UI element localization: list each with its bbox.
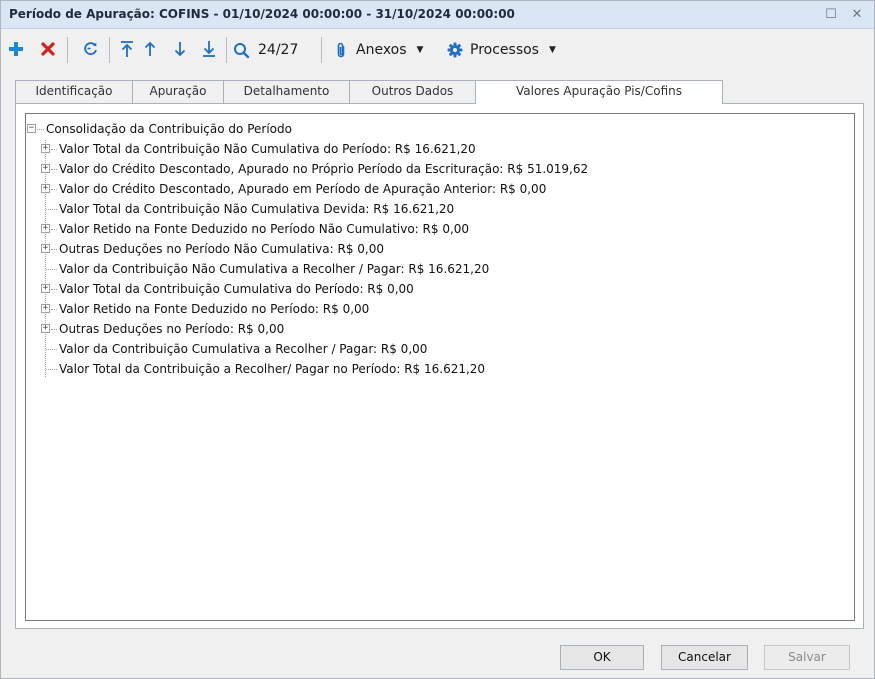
tab-outros-dados[interactable]: Outros Dados bbox=[349, 80, 476, 103]
toolbar-separator bbox=[321, 37, 322, 63]
search-icon bbox=[233, 42, 250, 59]
anexos-label: Anexos bbox=[356, 42, 407, 58]
tree-root-node[interactable]: Consolidação da Contribuição do Período bbox=[46, 119, 292, 139]
last-record-button[interactable] bbox=[200, 38, 218, 62]
tree-view[interactable]: − Consolidação da Contribuição do Períod… bbox=[25, 113, 855, 621]
tree-connector bbox=[51, 329, 57, 330]
tree-connector bbox=[45, 140, 46, 377]
tab-identificacao[interactable]: Identificação bbox=[15, 80, 133, 103]
tree-connector bbox=[46, 349, 57, 350]
expand-icon[interactable]: + bbox=[41, 244, 50, 253]
title-bar: Período de Apuração: COFINS - 01/10/2024… bbox=[1, 1, 874, 29]
gear-icon bbox=[447, 42, 463, 58]
toolbar-separator bbox=[226, 37, 227, 63]
arrow-first-icon bbox=[120, 40, 134, 61]
tree-node[interactable]: Valor Retido na Fonte Deduzido no Períod… bbox=[59, 299, 369, 319]
search-button[interactable]: 24/27 bbox=[233, 38, 307, 62]
tree-node[interactable]: Valor Total da Contribuição a Recolher/ … bbox=[59, 359, 485, 379]
tree-node[interactable]: Valor Total da Contribuição Não Cumulati… bbox=[59, 139, 476, 159]
tab-label: Outros Dados bbox=[371, 84, 454, 98]
tree-connector bbox=[51, 229, 57, 230]
delete-button[interactable] bbox=[39, 38, 57, 62]
processos-label: Processos bbox=[470, 42, 539, 58]
tree-connector bbox=[51, 249, 57, 250]
chevron-down-icon: ▼ bbox=[416, 45, 424, 55]
chevron-down-icon: ▼ bbox=[548, 45, 556, 55]
tree-node[interactable]: Outras Deduções no Período: R$ 0,00 bbox=[59, 319, 284, 339]
expand-icon[interactable]: + bbox=[41, 184, 50, 193]
expand-icon[interactable]: + bbox=[41, 224, 50, 233]
dialog-window: Período de Apuração: COFINS - 01/10/2024… bbox=[0, 0, 875, 679]
tree-node[interactable]: Valor Retido na Fonte Deduzido no Períod… bbox=[59, 219, 469, 239]
maximize-button[interactable]: ☐ bbox=[821, 5, 841, 25]
tree-connector bbox=[51, 169, 57, 170]
tree-connector bbox=[51, 189, 57, 190]
tab-detalhamento[interactable]: Detalhamento bbox=[223, 80, 350, 103]
tree-node[interactable]: Valor do Crédito Descontado, Apurado em … bbox=[59, 179, 546, 199]
refresh-button[interactable] bbox=[80, 38, 100, 62]
delete-x-icon bbox=[40, 41, 56, 60]
tab-valores-apuracao-pis-cofins[interactable]: Valores Apuração Pis/Cofins bbox=[475, 80, 723, 104]
tab-label: Detalhamento bbox=[243, 84, 330, 98]
processos-menu-button[interactable]: Processos ▼ bbox=[447, 38, 569, 62]
tree-node[interactable]: Valor da Contribuição Cumulativa a Recol… bbox=[59, 339, 427, 359]
tree-connector bbox=[51, 309, 57, 310]
tree-connector bbox=[37, 129, 44, 130]
collapse-icon[interactable]: − bbox=[27, 124, 36, 133]
toolbar: 24/27 Anexos ▼ Processos ▼ bbox=[1, 30, 874, 70]
toolbar-separator bbox=[109, 37, 110, 63]
add-button[interactable] bbox=[7, 38, 25, 62]
arrow-up-icon bbox=[143, 40, 157, 61]
paperclip-icon bbox=[335, 42, 347, 59]
ok-button[interactable]: OK bbox=[560, 645, 644, 670]
tab-apuracao[interactable]: Apuração bbox=[132, 80, 224, 103]
arrow-down-icon bbox=[173, 40, 187, 61]
tree-node[interactable]: Valor do Crédito Descontado, Apurado no … bbox=[59, 159, 588, 179]
close-button[interactable]: ✕ bbox=[847, 5, 867, 25]
next-record-button[interactable] bbox=[171, 38, 189, 62]
tree-node[interactable]: Valor da Contribuição Não Cumulativa a R… bbox=[59, 259, 489, 279]
arrow-last-icon bbox=[202, 40, 216, 61]
expand-icon[interactable]: + bbox=[41, 164, 50, 173]
tab-panel: − Consolidação da Contribuição do Períod… bbox=[15, 103, 864, 629]
tree-connector bbox=[46, 369, 57, 370]
expand-icon[interactable]: + bbox=[41, 324, 50, 333]
tab-label: Valores Apuração Pis/Cofins bbox=[516, 84, 682, 98]
plus-icon bbox=[8, 41, 24, 60]
previous-record-button[interactable] bbox=[141, 38, 159, 62]
tree-node[interactable]: Outras Deduções no Período Não Cumulativ… bbox=[59, 239, 384, 259]
tree-node[interactable]: Valor Total da Contribuição Cumulativa d… bbox=[59, 279, 414, 299]
cancel-button[interactable]: Cancelar bbox=[661, 645, 748, 670]
window-title: Período de Apuração: COFINS - 01/10/2024… bbox=[9, 7, 515, 21]
record-position: 24/27 bbox=[258, 42, 299, 58]
expand-icon[interactable]: + bbox=[41, 144, 50, 153]
tab-label: Apuração bbox=[149, 84, 207, 98]
tree-connector bbox=[51, 289, 57, 290]
toolbar-separator bbox=[67, 37, 68, 63]
expand-icon[interactable]: + bbox=[41, 284, 50, 293]
refresh-icon bbox=[82, 40, 99, 60]
expand-icon[interactable]: + bbox=[41, 304, 50, 313]
tree-connector bbox=[51, 149, 57, 150]
first-record-button[interactable] bbox=[118, 38, 136, 62]
tree-connector bbox=[46, 269, 57, 270]
save-button[interactable]: Salvar bbox=[764, 645, 850, 670]
tab-label: Identificação bbox=[35, 84, 113, 98]
tree-connector bbox=[46, 209, 57, 210]
anexos-menu-button[interactable]: Anexos ▼ bbox=[335, 38, 437, 62]
tree-node[interactable]: Valor Total da Contribuição Não Cumulati… bbox=[59, 199, 454, 219]
